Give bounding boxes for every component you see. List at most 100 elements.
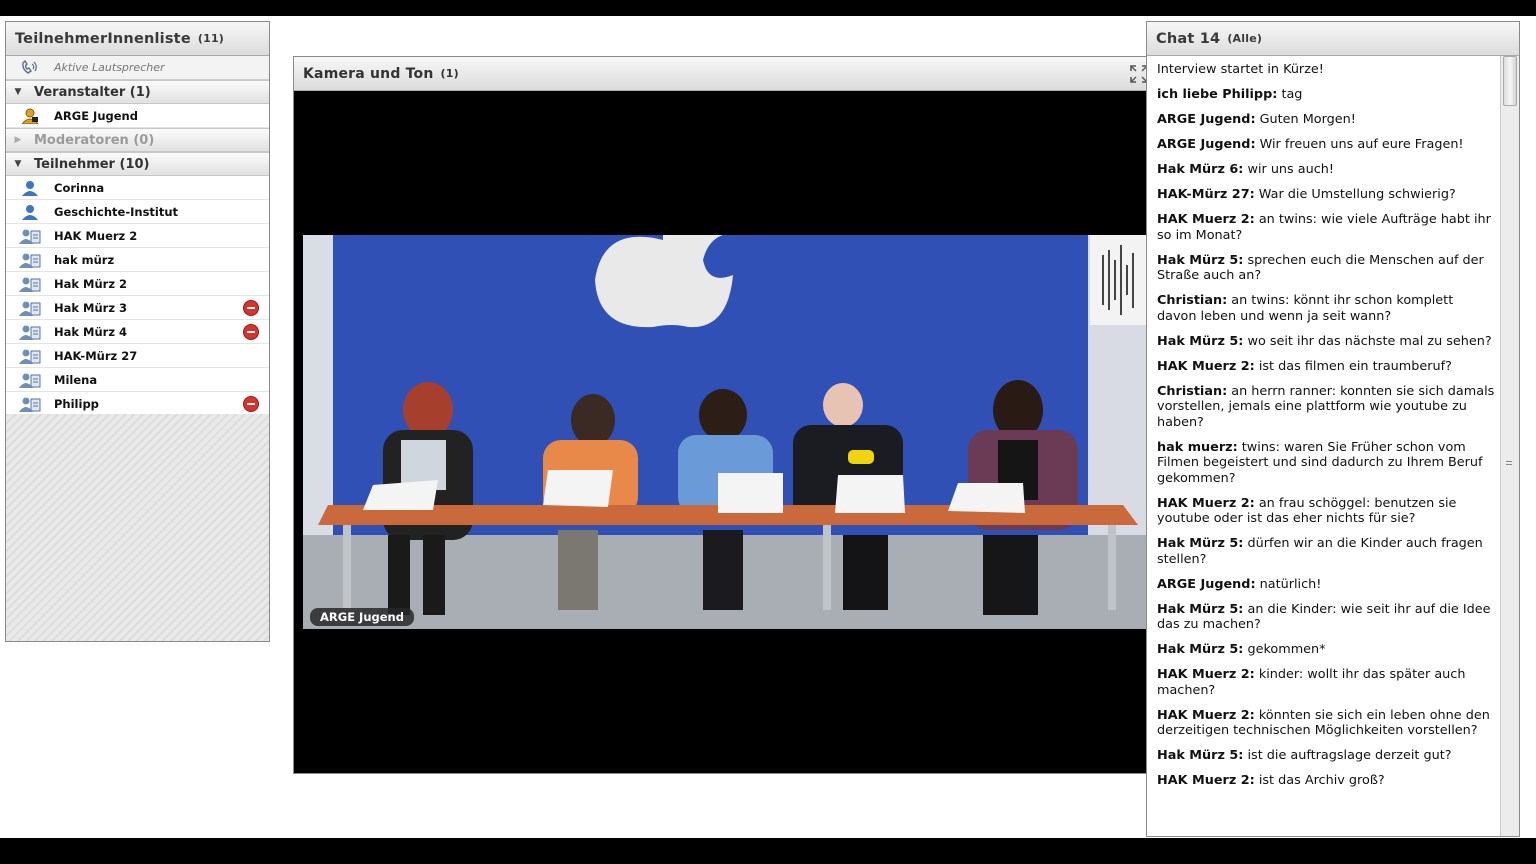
attendee-row[interactable]: Hak Mürz 2 — [6, 272, 269, 296]
chat-message: HAK Muerz 2: kinder: wollt ihr das späte… — [1157, 667, 1495, 698]
host-user-icon — [19, 108, 41, 124]
attendee-row[interactable]: Philipp — [6, 392, 269, 416]
attendee-row[interactable]: Milena — [6, 368, 269, 392]
attendee-name: Corinna — [54, 180, 105, 195]
attendee-name: Hak Mürz 4 — [54, 324, 128, 339]
chat-message: Hak Mürz 6: wir uns auch! — [1157, 162, 1495, 178]
chat-message: Christian: an twins: könnt ihr schon kom… — [1157, 293, 1495, 324]
camera-title: Kamera und Ton — [303, 65, 434, 82]
chat-message-author: Hak Mürz 5: — [1157, 748, 1244, 763]
chat-message: HAK Muerz 2: an frau schöggel: benutzen … — [1157, 496, 1495, 527]
chat-message-text: War die Umstellung schwierig? — [1254, 187, 1456, 202]
remove-icon[interactable] — [243, 396, 259, 412]
chat-message: Interview startet in Kürze! — [1157, 62, 1495, 78]
chat-header: Chat 14 (Alle) — [1147, 22, 1519, 56]
chat-message: ARGE Jugend: Wir freuen uns auf eure Fra… — [1157, 137, 1495, 153]
chat-message-text: Wir freuen uns auf eure Fragen! — [1255, 137, 1464, 152]
scrollbar-thumb[interactable] — [1503, 56, 1517, 106]
remove-icon[interactable] — [243, 300, 259, 316]
chat-message-author: HAK-Mürz 27: — [1157, 187, 1255, 202]
video-feed: ARGE Jugend — [303, 235, 1148, 629]
chevron-down-icon: ▼ — [14, 87, 22, 97]
user-group-icon — [19, 300, 41, 316]
attendee-name: HAK Muerz 2 — [54, 228, 138, 243]
chat-message: ARGE Jugend: Guten Morgen! — [1157, 112, 1495, 128]
chat-message-author: HAK Muerz 2: — [1157, 495, 1255, 511]
user-group-icon — [19, 252, 41, 268]
chat-message-text: ist die auftragslage derzeit gut? — [1243, 748, 1452, 763]
group-members[interactable]: ▼ Teilnehmer (10) — [6, 152, 269, 176]
group-moderators[interactable]: ▶ Moderatoren (0) — [6, 128, 269, 152]
attendee-list-title: TeilnehmerInnenliste — [15, 30, 191, 47]
chat-message: hak muerz: twins: waren Sie Früher schon… — [1157, 440, 1495, 487]
active-speakers-row: Aktive Lautsprecher — [6, 56, 269, 80]
chat-message-author: Christian: — [1157, 383, 1228, 399]
attendee-list-header: TeilnehmerInnenliste (11) — [6, 22, 269, 56]
chat-message-author: ARGE Jugend: — [1157, 112, 1256, 127]
user-group-icon — [19, 324, 41, 340]
chat-pod: Chat 14 (Alle) Interview startet in Kürz… — [1146, 21, 1520, 837]
chat-message-author: HAK Muerz 2: — [1157, 773, 1255, 788]
resize-grip-icon[interactable] — [1506, 458, 1512, 468]
chat-message-author: Christian: — [1157, 293, 1228, 308]
active-speakers-label: Aktive Lautsprecher — [54, 61, 165, 74]
user-icon — [19, 204, 41, 220]
group-moderators-label: Moderatoren (0) — [34, 132, 155, 148]
group-hosts[interactable]: ▼ Veranstalter (1) — [6, 80, 269, 104]
attendee-name: Hak Mürz 3 — [54, 300, 128, 315]
chat-message-author: Hak Mürz 6: — [1157, 162, 1244, 177]
chat-message: HAK Muerz 2: könnten sie sich ein leben … — [1157, 708, 1495, 739]
chat-message-text: Guten Morgen! — [1255, 112, 1356, 127]
user-group-icon — [19, 348, 41, 364]
chat-message-author: HAK Muerz 2: — [1157, 707, 1255, 723]
chat-message-author: ARGE Jugend: — [1157, 137, 1256, 152]
chat-message-author: Hak Mürz 5: — [1157, 601, 1244, 617]
attendee-row[interactable]: HAK-Mürz 27 — [6, 344, 269, 368]
chat-message-text: wo seit ihr das nächste mal zu sehen? — [1243, 333, 1492, 349]
chat-message: Hak Mürz 5: ist die auftragslage derzeit… — [1157, 748, 1495, 764]
chat-message-author: Hak Mürz 5: — [1157, 642, 1244, 657]
chat-message-author: Hak Mürz 5: — [1157, 536, 1244, 551]
chat-message-author: ARGE Jugend: — [1157, 576, 1256, 592]
camera-header: Kamera und Ton (1) — [294, 57, 1152, 91]
chat-message: Hak Mürz 5: wo seit ihr das nächste mal … — [1157, 334, 1495, 350]
attendee-row[interactable]: Hak Mürz 4 — [6, 320, 269, 344]
chat-scrollbar[interactable] — [1500, 56, 1519, 836]
chat-message-text: tag — [1277, 87, 1303, 102]
attendee-row[interactable]: Geschichte-Institut — [6, 200, 269, 224]
attendee-name: hak mürz — [54, 252, 115, 267]
chat-message-text: Interview startet in Kürze! — [1157, 62, 1324, 77]
remove-icon[interactable] — [243, 324, 259, 340]
group-members-label: Teilnehmer (10) — [34, 156, 150, 172]
chat-message-text: natürlich! — [1255, 576, 1322, 592]
chat-message: HAK-Mürz 27: War die Umstellung schwieri… — [1157, 187, 1495, 203]
attendee-row[interactable]: hak mürz — [6, 248, 269, 272]
chat-message-author: HAK Muerz 2: — [1157, 358, 1255, 374]
user-group-icon — [19, 396, 41, 412]
attendee-row[interactable]: Hak Mürz 3 — [6, 296, 269, 320]
video-frame-image — [303, 235, 1148, 629]
chat-message: ich liebe Philipp: tag — [1157, 87, 1495, 103]
chevron-right-icon: ▶ — [14, 135, 22, 145]
attendee-name: Milena — [54, 372, 98, 387]
chat-message-author: HAK Muerz 2: — [1157, 212, 1255, 227]
user-group-icon — [19, 372, 41, 388]
empty-list-area — [6, 414, 269, 641]
chat-message: Christian: an herrn ranner: konnten sie … — [1157, 384, 1495, 431]
chat-message-text: gekommen* — [1243, 642, 1326, 657]
camera-voice-pod: Kamera und Ton (1) ARGE Jugend — [293, 56, 1153, 774]
attendee-list-pod: TeilnehmerInnenliste (11) Aktive Lautspr… — [5, 21, 270, 642]
attendee-row[interactable]: HAK Muerz 2 — [6, 224, 269, 248]
attendee-name: Hak Mürz 2 — [54, 276, 128, 291]
user-icon — [19, 180, 41, 196]
chat-message-text: ist das filmen ein traumberuf? — [1254, 358, 1452, 374]
chat-message-author: hak muerz: — [1157, 439, 1238, 455]
chat-message-text: wir uns auch! — [1243, 162, 1335, 177]
attendee-name: Philipp — [54, 396, 99, 411]
attendee-row-host[interactable]: ARGE Jugend — [6, 104, 269, 128]
chat-message: Hak Mürz 5: gekommen* — [1157, 642, 1495, 658]
user-group-icon — [19, 228, 41, 244]
phone-icon — [19, 59, 41, 76]
attendee-row[interactable]: Corinna — [6, 176, 269, 200]
chat-message: Hak Mürz 5: sprechen euch die Menschen a… — [1157, 253, 1495, 284]
